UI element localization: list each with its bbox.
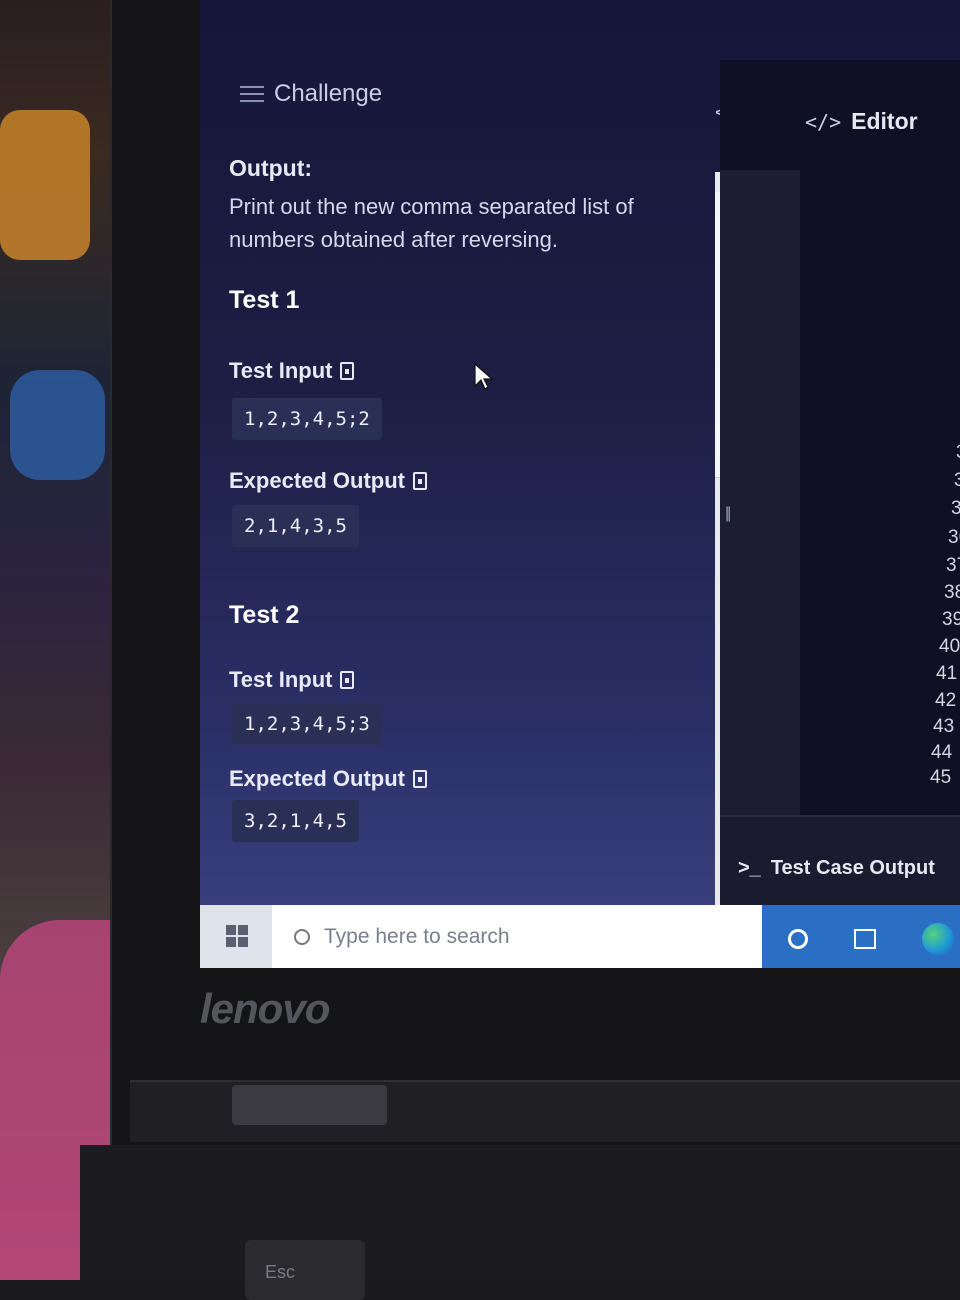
search-icon	[294, 928, 310, 945]
background-photo	[0, 0, 150, 1280]
test-1-title: Test 1	[229, 286, 300, 314]
test-input-label: Test Input	[229, 667, 333, 692]
lenovo-logo: lenovo	[200, 985, 330, 1032]
laptop-screen: Challenge Output: Print out the new comm…	[200, 0, 960, 968]
test-2-input-value: 1,2,3,4,5;3	[232, 703, 382, 745]
line-number: 35	[951, 498, 960, 519]
windows-taskbar: Type here to search	[200, 905, 960, 968]
taskbar-search[interactable]: Type here to search	[272, 905, 762, 968]
line-number: 42	[935, 690, 957, 711]
line-number: 43	[933, 716, 955, 737]
line-number: 36	[948, 527, 960, 548]
challenge-pane: Challenge Output: Print out the new comm…	[200, 0, 670, 905]
test-input-label: Test Input	[229, 358, 333, 383]
windows-icon	[226, 925, 248, 947]
challenge-header[interactable]: Challenge	[240, 80, 382, 108]
copy-doc-icon[interactable]	[413, 472, 428, 490]
expected-output-label: Expected Output	[229, 468, 406, 493]
test-2-title: Test 2	[229, 601, 300, 629]
esc-key: Esc	[245, 1240, 365, 1300]
editor-pane: </> Editor 24if(i25co26}27}28String[29fo…	[720, 60, 960, 910]
test-1-input-label: Test Input	[229, 358, 355, 384]
test-2-expected-value: 3,2,1,4,5	[232, 800, 359, 842]
test-case-output-header[interactable]: >_ Test Case Output	[738, 857, 935, 880]
test-2-input-label: Test Input	[229, 667, 355, 693]
cortana-icon[interactable]	[788, 929, 808, 949]
line-number: 38	[944, 582, 960, 603]
test-1-input-value: 1,2,3,4,5;2	[232, 398, 382, 440]
line-number: 40	[939, 636, 960, 657]
line-number: 39	[942, 609, 960, 630]
output-title: Output:	[229, 155, 313, 181]
editor-header[interactable]: </> Editor	[805, 108, 918, 135]
hinge-block	[232, 1085, 387, 1125]
challenge-title: Challenge	[274, 80, 383, 107]
taskbar-tray	[762, 905, 960, 968]
test-case-output-title: Test Case Output	[770, 857, 935, 879]
code-icon: </>	[805, 109, 842, 134]
copy-doc-icon[interactable]	[413, 770, 428, 788]
terminal-icon: >_	[738, 857, 761, 879]
task-view-icon[interactable]	[854, 929, 876, 949]
background-cloth-orange	[0, 110, 90, 260]
line-number-gutter	[720, 170, 800, 850]
editor-title: Editor	[851, 108, 918, 134]
start-button[interactable]	[200, 905, 272, 968]
copy-doc-icon[interactable]	[340, 362, 355, 380]
test-1-expected-value: 2,1,4,3,5	[232, 505, 359, 547]
laptop-keyboard	[80, 1145, 960, 1280]
copy-doc-icon[interactable]	[340, 671, 355, 689]
line-number: 44	[931, 742, 953, 763]
expected-output-label: Expected Output	[229, 766, 406, 791]
output-description: Print out the new comma separated list o…	[229, 194, 634, 252]
line-number: 37	[946, 555, 960, 576]
search-placeholder: Type here to search	[324, 924, 510, 948]
line-number: 41	[936, 663, 958, 684]
test-2-expected-label: Expected Output	[229, 766, 428, 792]
pane-splitter-handle[interactable]: ||	[725, 505, 731, 523]
test-1-expected-label: Expected Output	[229, 468, 428, 494]
test-case-output-panel: >_ Test Case Output	[720, 815, 960, 912]
line-number: 34	[954, 470, 960, 491]
line-number: 33	[956, 442, 960, 464]
background-cloth-blue	[10, 370, 105, 480]
line-number: 45	[930, 767, 952, 788]
edge-icon[interactable]	[922, 923, 954, 955]
list-icon	[240, 84, 264, 104]
